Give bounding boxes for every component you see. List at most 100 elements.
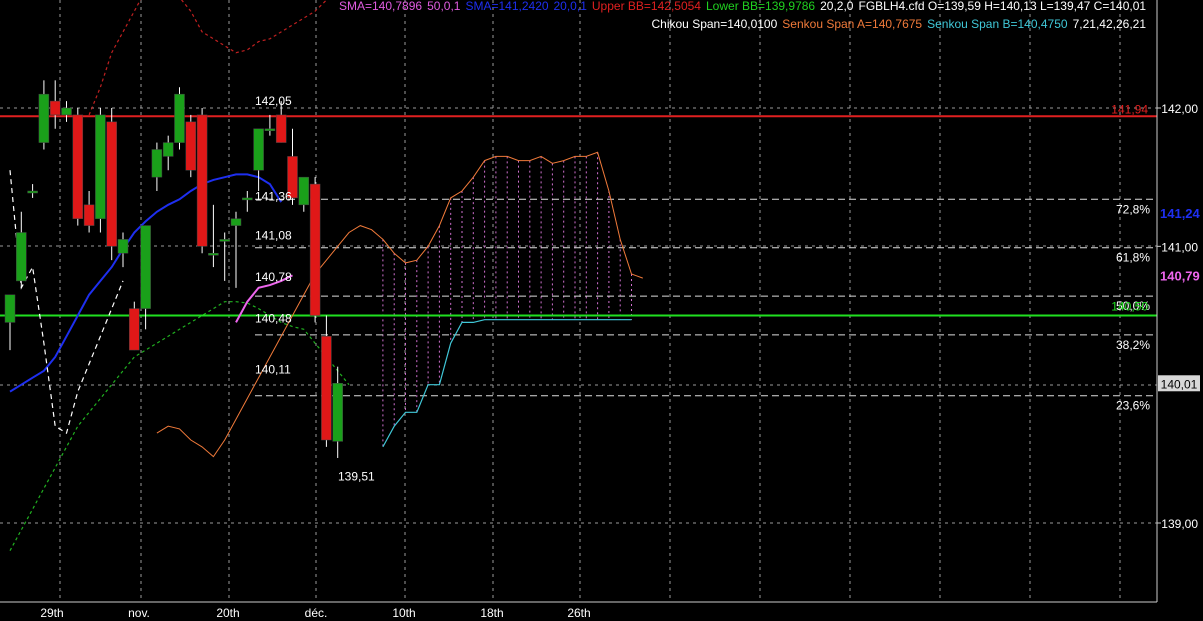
candle-body xyxy=(309,183,321,316)
lower-bollinger-band xyxy=(9,301,350,551)
candle-body xyxy=(83,204,95,226)
candle-body xyxy=(95,114,106,219)
candle-body xyxy=(185,121,197,171)
legend-item: 50,0,1 xyxy=(427,0,461,13)
axis-price-marker: 141,24 xyxy=(1160,206,1201,221)
legend-item: Upper BB=142,5054 xyxy=(592,0,701,13)
candle-body xyxy=(61,107,72,116)
fibonacci-label: 23,6% xyxy=(1116,399,1150,413)
candle-body xyxy=(264,128,276,131)
candle-body xyxy=(106,121,117,247)
candle-body xyxy=(253,128,264,171)
candle xyxy=(185,114,197,178)
price-annotation: 140,78 xyxy=(255,270,292,284)
time-axis-label: 10th xyxy=(392,606,415,620)
candle xyxy=(61,101,72,122)
candle xyxy=(332,366,343,458)
price-annotation: 141,36 xyxy=(255,190,292,204)
senkou-span-a-line xyxy=(156,151,643,458)
legend-item: 7,21,42,26,21 xyxy=(1073,17,1147,31)
time-axis-label: déc. xyxy=(305,606,328,620)
candle xyxy=(242,191,253,212)
candle xyxy=(230,211,242,288)
time-axis: 29th nov. 20th déc. 10th 18th 26th xyxy=(0,601,1157,620)
legend-item: FGBLH4.cfd O=139,59 H=140,13 L=139,47 C=… xyxy=(859,0,1147,13)
resistance-label: 141,94 xyxy=(1111,102,1148,116)
candle-body xyxy=(242,197,253,201)
candle-body xyxy=(38,93,50,143)
time-axis-label: 29th xyxy=(40,606,63,620)
candle-body xyxy=(72,114,84,219)
candle-body xyxy=(230,218,242,226)
candle-body xyxy=(174,93,185,143)
candle xyxy=(129,301,140,351)
price-chart[interactable]: 72,8%61,8%50,0%38,2%23,6%142,05141,36141… xyxy=(0,0,1203,621)
candle-body xyxy=(275,114,287,143)
legend-item: SMA=141,2420 xyxy=(466,0,549,13)
legend-item: SMA=140,7896 xyxy=(339,0,422,13)
candle-body xyxy=(208,253,219,256)
candle xyxy=(49,80,61,129)
candle xyxy=(38,80,50,150)
support-label: 140,50 xyxy=(1111,300,1148,314)
indicator-legend: SMA=140,7896 50,0,1 SMA=141,2420 20,0,1 Uppe… xyxy=(339,0,1146,31)
legend-item: Senkou Span B=140,4750 xyxy=(927,17,1068,31)
candle-body xyxy=(129,308,140,351)
candle xyxy=(106,108,117,261)
candle xyxy=(151,142,163,191)
candle-body xyxy=(4,294,16,323)
candle-body xyxy=(49,100,61,116)
senkou-span-b-line xyxy=(382,319,632,448)
price-axis-label: 141,00 xyxy=(1161,240,1198,254)
fibonacci-levels: 72,8%61,8%50,0%38,2%23,6% xyxy=(255,198,1157,413)
candle xyxy=(95,108,106,233)
candle xyxy=(264,114,276,136)
candle xyxy=(27,184,38,198)
candle xyxy=(196,108,208,254)
fibonacci-label: 38,2% xyxy=(1116,338,1150,352)
price-axis: 142,00 141,00 139,00 141,24 140,79 140,01 xyxy=(1156,0,1201,602)
candle-body xyxy=(117,239,129,254)
candlesticks xyxy=(4,80,343,458)
candle xyxy=(72,108,84,226)
chart-container: 72,8% 61,8% 50,0% 38,2% 23,6% 142,05 141,36 141… xyxy=(0,0,1203,621)
fibonacci-label: 72,8% xyxy=(1116,202,1150,216)
candle-body xyxy=(16,232,27,282)
candle-body xyxy=(196,114,208,247)
candle-body xyxy=(151,149,163,178)
candle-body xyxy=(321,336,332,441)
current-price-marker: 140,01 xyxy=(1161,377,1198,391)
candle-body xyxy=(219,239,230,242)
candle xyxy=(298,176,310,212)
time-axis-label: 20th xyxy=(216,606,239,620)
grid-lines xyxy=(0,0,1157,602)
legend-item: Chikou Span=140,0100 xyxy=(652,17,778,31)
time-axis-label: nov. xyxy=(128,606,150,620)
price-axis-label: 139,00 xyxy=(1161,517,1198,531)
legend-item: Senkou Span A=140,7675 xyxy=(782,17,922,31)
axis-price-marker: 140,79 xyxy=(1160,268,1200,283)
candle xyxy=(16,211,27,288)
candle xyxy=(219,232,230,281)
time-axis-label: 26th xyxy=(567,606,590,620)
price-annotation: 139,51 xyxy=(338,469,375,483)
candle xyxy=(117,232,129,268)
candle-body xyxy=(27,190,38,194)
time-axis-label: 18th xyxy=(480,606,503,620)
price-annotation: 140,11 xyxy=(255,362,291,376)
legend-item: 20,0,1 xyxy=(554,0,588,13)
candle xyxy=(208,204,219,268)
price-annotation: 142,05 xyxy=(255,94,292,108)
candle xyxy=(83,191,95,233)
price-annotation: 140,48 xyxy=(255,311,292,325)
candle-body xyxy=(140,225,151,309)
fibonacci-label: 61,8% xyxy=(1116,251,1150,265)
candle-body xyxy=(298,176,310,206)
candle-body xyxy=(162,142,174,157)
candle-body xyxy=(332,383,343,442)
legend-item: 20,2,0 xyxy=(820,0,854,13)
candle xyxy=(140,225,151,330)
price-annotation: 141,08 xyxy=(255,228,292,242)
legend-item: Lower BB=139,9786 xyxy=(706,0,815,13)
candle xyxy=(253,128,264,191)
